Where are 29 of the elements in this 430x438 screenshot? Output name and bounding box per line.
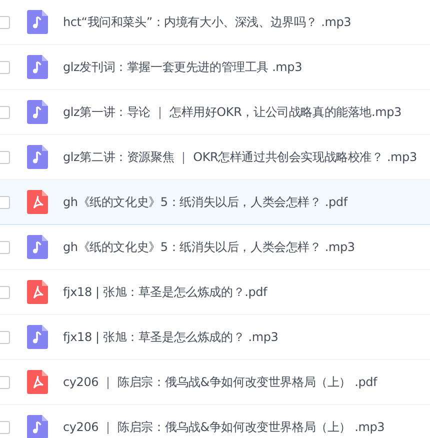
checkbox[interactable] [0, 106, 10, 118]
file-name[interactable]: fjx18 | 张旭：草圣是怎么炼成的？ .mp3 [63, 328, 278, 346]
music-file-icon [27, 415, 48, 438]
music-file-icon [27, 100, 48, 124]
file-name[interactable]: glz第二讲：资源聚焦 ｜ OKR怎样通过共创会实现战略校准？ .mp3 [63, 148, 417, 166]
music-file-icon [27, 145, 48, 169]
file-name[interactable]: hct“我问和菜头”：内境有大小、深浅、边界吗？ .mp3 [63, 14, 352, 30]
checkbox[interactable] [0, 330, 10, 344]
file-name[interactable]: cy206 ｜ 陈启宗：俄乌战&争如何改变世界格局（上） .pdf [63, 374, 378, 390]
checkbox[interactable] [0, 150, 10, 164]
file-name[interactable]: glz发刊词：掌握一套更先进的管理工具 .mp3 [63, 58, 302, 76]
checkbox[interactable] [0, 240, 10, 254]
checkbox[interactable] [0, 420, 10, 434]
music-file-icon [27, 235, 48, 259]
music-file-icon [27, 55, 48, 79]
file-name[interactable]: glz第一讲：导论 ｜ 怎样用好OKR，让公司战略真的能落地.mp3 [63, 104, 402, 120]
pdf-file-icon [27, 370, 48, 394]
pdf-file-icon [27, 280, 48, 304]
pdf-file-icon [27, 190, 48, 214]
checkbox[interactable] [0, 286, 10, 298]
file-name[interactable]: gh《纸的文化史》5：纸消失以后，人类会怎样？ .mp3 [63, 238, 355, 256]
music-file-icon [27, 325, 48, 349]
file-name[interactable]: cy206 ｜ 陈启宗：俄乌战&争如何改变世界格局（上） .mp3 [63, 418, 385, 436]
checkbox[interactable] [0, 196, 10, 208]
checkbox[interactable] [0, 376, 10, 388]
checkbox[interactable] [0, 60, 10, 74]
music-file-icon [27, 10, 48, 34]
file-name[interactable]: fjx18 | 张旭：草圣是怎么炼成的？.pdf [63, 284, 268, 300]
checkbox[interactable] [0, 16, 10, 28]
